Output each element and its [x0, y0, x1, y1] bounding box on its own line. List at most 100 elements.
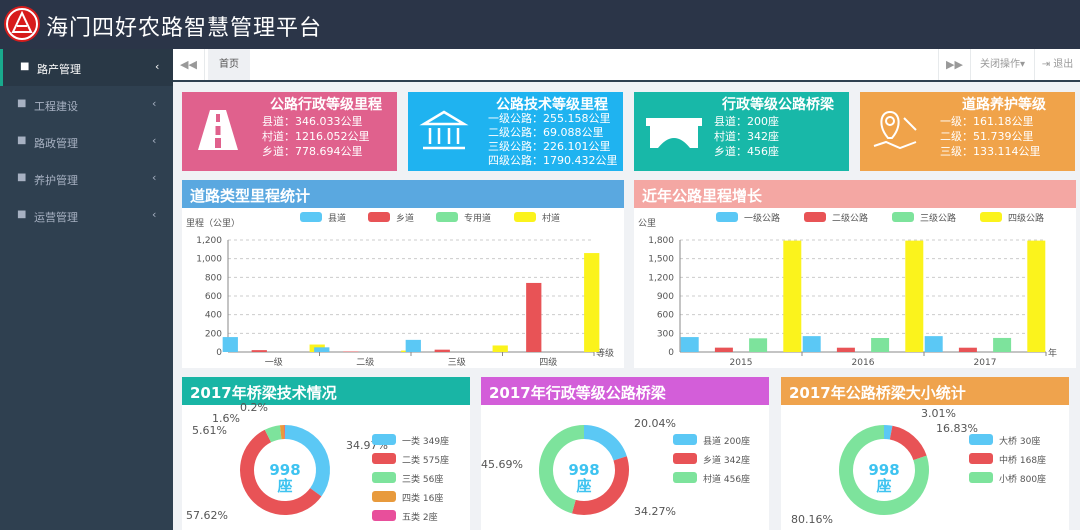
pie-percent: 45.69% — [481, 458, 523, 471]
legend-label: 四级公路 — [1008, 212, 1044, 224]
sidebar-item-construction[interactable]: ■ 工程建设 ‹ — [0, 86, 173, 123]
card-line: 村道：1216.052公里 — [262, 130, 370, 143]
chevron-left-icon: ‹ — [152, 208, 157, 221]
app-header: 海门四好农路智慧管理平台 — [0, 0, 1080, 49]
growth-bar-chart: 一级公路 二级公路 三级公路 四级公路公里年 0 300 600 900 1,200 1,500 1… — [638, 212, 1057, 368]
building-icon — [418, 104, 470, 160]
donut-center-unit: 座 — [576, 477, 592, 495]
logo-icon — [4, 6, 40, 42]
legend-swatch — [372, 434, 396, 445]
card-line: 县道：200座 — [714, 115, 779, 128]
bar — [905, 240, 924, 352]
pie-percent: 5.61% — [192, 424, 227, 437]
legend-swatch — [969, 434, 993, 445]
bar — [783, 240, 802, 352]
y-tick-label: 0 — [216, 348, 222, 358]
y-tick-label: 300 — [657, 329, 674, 339]
donut-slice — [264, 425, 282, 443]
bar — [836, 347, 855, 352]
chevron-left-icon: ‹ — [152, 171, 157, 184]
scroll-tabs-right-button[interactable]: ▶▶ — [938, 49, 970, 80]
scroll-tabs-left-button[interactable]: ◀◀ — [173, 49, 205, 80]
bar — [434, 349, 450, 352]
pie-percent: 1.6% — [212, 412, 240, 425]
legend-swatch — [372, 510, 396, 521]
home-icon: ■ — [17, 172, 27, 183]
legend-swatch — [804, 212, 826, 222]
x-tick-label: 2016 — [852, 358, 875, 368]
legend-label: 乡道 — [396, 212, 414, 224]
legend-swatch — [673, 472, 697, 483]
card-line: 三级公路：226.101公里 — [488, 140, 611, 153]
card-title: 道路养护等级 — [962, 97, 1046, 113]
pie-percent: 3.01% — [921, 407, 956, 420]
chevron-left-icon: ‹ — [155, 60, 160, 73]
card-line: 乡道：456座 — [714, 145, 779, 158]
legend-swatch — [300, 212, 322, 222]
close-operations-dropdown[interactable]: 关闭操作▾ — [970, 49, 1034, 80]
sidebar-item-maintenance[interactable]: ■ 养护管理 ‹ — [0, 160, 173, 197]
sidebar-item-label: 路产管理 — [37, 63, 81, 76]
legend-label: 乡道 342座 — [703, 456, 751, 466]
donut-center-unit: 座 — [876, 477, 892, 495]
legend-swatch — [368, 212, 390, 222]
panel-road-type: 道路类型里程统计 县道 乡道 专用道 村道 里程（公里） 等级 0 200 400 600 800 1… — [182, 180, 624, 368]
legend-swatch — [892, 212, 914, 222]
legend-label: 村道 — [542, 212, 560, 224]
y-tick-label: 200 — [205, 329, 222, 339]
y-axis-label: 里程（公里） — [186, 218, 240, 229]
x-tick-label: 2015 — [730, 358, 753, 368]
bar — [802, 336, 821, 352]
legend-label: 村道 456座 — [703, 475, 751, 485]
y-tick-label: 1,000 — [196, 255, 222, 265]
bar — [749, 338, 768, 352]
legend-label: 三类 56座 — [402, 475, 444, 485]
stat-card-admin-mileage: 公路行政等级里程 县道：346.033公里 村道：1216.052公里 乡道：7… — [182, 92, 397, 171]
pie-percent: 57.62% — [186, 509, 228, 522]
pie-percent: 34.27% — [634, 505, 676, 518]
legend-label: 县道 — [328, 212, 346, 224]
road-icon — [192, 104, 244, 160]
donut-center-label: 998 座 — [854, 462, 914, 494]
tab-bar: ◀◀ 首页 ▶▶ 关闭操作▾ ⇥ 退出 — [173, 49, 1080, 82]
home-icon: ■ — [17, 209, 27, 220]
card-line: 二级：51.739公里 — [940, 130, 1034, 143]
sidebar-item-assets[interactable]: ■ 路产管理 ‹ — [0, 49, 173, 86]
y-tick-label: 1,800 — [648, 236, 674, 246]
donut-center-unit: 座 — [277, 477, 293, 495]
tab-home[interactable]: 首页 — [208, 49, 250, 80]
road-type-bar-chart: 县道 乡道 专用道 村道里程（公里）等级02004006008001,0001,200… — [186, 212, 614, 368]
legend-label: 一级公路 — [744, 212, 780, 224]
legend-label: 一类 349座 — [402, 437, 450, 447]
legend-swatch — [980, 212, 1002, 222]
sidebar-item-operations[interactable]: ■ 运营管理 ‹ — [0, 197, 173, 234]
pie-percent: 80.16% — [791, 513, 833, 526]
bar — [584, 253, 600, 352]
chevron-left-icon: ‹ — [152, 134, 157, 147]
stat-card-maintenance: 道路养护等级 一级：161.18公里 二级：51.739公里 三级：133.11… — [860, 92, 1075, 171]
legend-label: 专用道 — [464, 212, 491, 224]
bar — [680, 337, 699, 352]
donut-center-label: 998 座 — [554, 462, 614, 494]
home-icon: ■ — [17, 135, 27, 146]
y-axis-label: 公里 — [638, 218, 656, 229]
legend-swatch — [716, 212, 738, 222]
donut-center-value: 998 — [568, 461, 600, 479]
logout-button[interactable]: ⇥ 退出 — [1034, 49, 1080, 80]
sidebar: ■ 路产管理 ‹ ■ 工程建设 ‹ ■ 路政管理 ‹ ■ 养护管理 ‹ ■ 运营… — [0, 49, 173, 530]
sidebar-item-label: 运营管理 — [34, 211, 78, 224]
card-line: 一级：161.18公里 — [940, 115, 1034, 128]
x-tick-label: 二级 — [356, 356, 374, 368]
panel-title: 道路类型里程统计 — [182, 180, 624, 208]
bar — [222, 337, 238, 352]
x-tick-label: 一级 — [265, 356, 283, 368]
card-line: 三级：133.114公里 — [940, 145, 1041, 158]
card-title: 公路技术等级里程 — [496, 97, 608, 113]
app-title: 海门四好农路智慧管理平台 — [46, 16, 323, 41]
sidebar-item-road-admin[interactable]: ■ 路政管理 ‹ — [0, 123, 173, 160]
bar — [924, 336, 943, 352]
bar — [405, 339, 421, 352]
panel-bridge-tech: 2017年桥梁技术情况 998 座 34.97% 57.62% 5.61% 1.6… — [182, 377, 470, 530]
legend-swatch — [372, 453, 396, 464]
donut-center-value: 998 — [868, 461, 900, 479]
